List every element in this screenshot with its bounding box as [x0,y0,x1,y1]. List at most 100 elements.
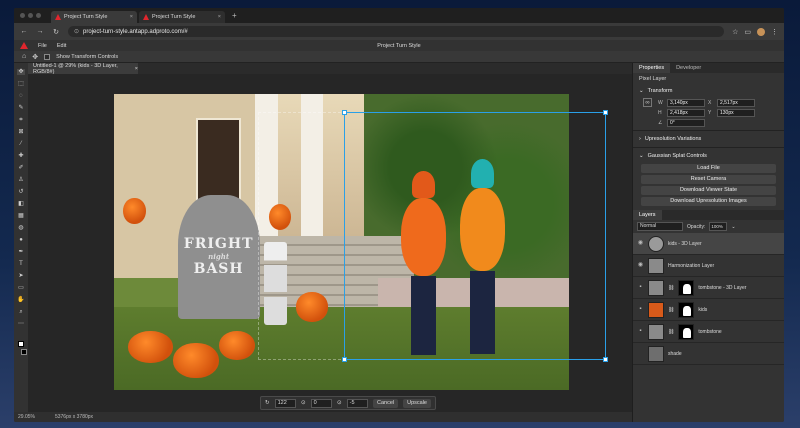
extensions-icon[interactable]: ▭ [744,28,751,36]
eye-icon[interactable]: ◉ [637,240,644,247]
type-tool-icon[interactable]: T [17,261,25,267]
rotate-field[interactable]: 122 [274,398,296,408]
tab-developer[interactable]: Developer [670,63,707,73]
gaussian-section[interactable]: ⌄ Gaussian Splat Controls [633,150,784,162]
cancel-button[interactable]: Cancel [373,398,399,408]
move-tool-icon[interactable]: ✥ [17,69,25,75]
pumpkin [173,342,219,379]
brush-tool-icon[interactable]: ✐ [17,165,25,171]
star-icon[interactable]: ☆ [732,28,738,36]
stamp-tool-icon[interactable]: ♙ [17,177,25,183]
menu-edit[interactable]: Edit [57,43,66,49]
layer-row[interactable]: ▪ ⛓ tombstone - 3D Layer [633,277,784,299]
arrow-right-icon[interactable]: → [36,28,44,35]
eye-icon[interactable] [637,350,644,357]
visibility-checkbox[interactable]: ▪ [637,306,644,313]
crop-tool-icon[interactable]: ⌗ [17,117,25,123]
move-icon[interactable]: ✥ [32,53,38,61]
maximize-window-icon[interactable] [36,13,41,18]
chevron-down-icon[interactable]: ⌄ [731,224,735,230]
pen-tool-icon[interactable]: ✒ [17,249,25,255]
contextual-task-bar: ↻ 122 ⊙ 0 ⊙ -5 Cancel Upscale [260,396,436,410]
upres-section[interactable]: › Upresolution Variations [633,133,784,145]
offset-field[interactable]: 0 [310,398,332,408]
tab-properties[interactable]: Properties [633,63,671,73]
close-document-icon[interactable]: × [135,66,138,72]
zoom-tool-icon[interactable]: ⌕ [17,309,25,315]
gradient-tool-icon[interactable]: ▦ [17,213,25,219]
healing-tool-icon[interactable]: ✚ [17,153,25,159]
transform-handle[interactable] [342,110,347,115]
home-icon[interactable]: ⌂ [22,53,26,60]
canvas-area[interactable]: FRIGHT night BASH ↻ 122 ⊙ 0 ⊙ -5 Cancel … [28,74,632,412]
visibility-checkbox[interactable]: ▪ [637,328,644,335]
history-brush-tool-icon[interactable]: ↺ [17,189,25,195]
height-field[interactable]: 2,418px [667,109,705,117]
transform-section[interactable]: ⌄ Transform [633,85,784,97]
load-file-button[interactable]: Load File [641,164,776,173]
x-field[interactable]: 2,517px [717,98,755,107]
background-color-swatch[interactable] [20,349,27,355]
tab-layers[interactable]: Layers [633,210,662,220]
dodge-tool-icon[interactable]: ● [17,237,25,243]
foreground-color-swatch[interactable] [18,341,24,347]
upscale-button[interactable]: Upscale [403,398,431,408]
visibility-checkbox[interactable]: ▪ [637,284,644,291]
tombstone-decoration[interactable]: FRIGHT night BASH [177,194,260,319]
eyedropper-tool-icon[interactable]: ⁄ [17,141,25,147]
y-field[interactable]: 130px [717,109,755,117]
lasso-tool-icon[interactable]: ◌ [17,93,25,99]
width-field[interactable]: 3,140px [667,98,705,107]
show-transform-checkbox[interactable] [44,53,51,60]
browser-tab-1[interactable]: Project Turn Style × [51,11,137,23]
download-viewer-state-button[interactable]: Download Viewer State [641,186,776,195]
marquee-tool-icon[interactable]: ⬚ [17,81,25,87]
close-tab-icon[interactable]: × [130,14,133,20]
layer-row[interactable]: ▪ ⛓ tombstone [633,321,784,343]
divider [633,130,784,131]
quick-select-tool-icon[interactable]: ✎ [17,105,25,111]
frame-tool-icon[interactable]: ⊠ [17,129,25,135]
new-tab-button[interactable]: + [227,11,242,20]
pumpkin [127,330,174,364]
layer-row[interactable]: ◉ kids - 3D Layer [633,233,784,255]
site-info-icon[interactable]: ⊙ [74,28,79,35]
eye-icon[interactable]: ◉ [637,262,644,269]
shape-tool-icon[interactable]: ▭ [17,285,25,291]
layer-row[interactable]: ◉ Harmonization Layer [633,255,784,277]
depth-field[interactable]: -5 [346,398,368,408]
blur-tool-icon[interactable]: ◍ [17,225,25,231]
angle-field[interactable]: 0° [667,119,705,127]
tools-panel: ✥ ⬚ ◌ ✎ ⌗ ⊠ ⁄ ✚ ✐ ♙ ↺ ◧ ▦ ◍ ● ✒ T ➤ ▭ ✋ … [14,63,28,422]
transform-handle[interactable] [603,357,608,362]
transform-handle[interactable] [342,357,347,362]
transform-bounding-box[interactable] [342,110,608,362]
hand-tool-icon[interactable]: ✋ [17,297,25,303]
menu-file[interactable]: File [38,43,47,49]
browser-menu-icon[interactable]: ⋮ [771,28,778,36]
layer-row[interactable]: shade [633,343,784,365]
more-tools-icon[interactable]: ⋯ [17,321,25,327]
close-tab-icon[interactable]: × [218,14,221,20]
path-select-tool-icon[interactable]: ➤ [17,273,25,279]
browser-tab-2[interactable]: Project Turn Style × [139,11,225,23]
download-upres-images-button[interactable]: Download Upresolution Images [641,197,776,206]
document-tab-label: Untitled-1 @ 29% (kids - 3D Layer, RGB/8… [33,62,118,75]
transform-heading: Transform [647,88,673,94]
blend-mode-select[interactable]: Normal [637,222,683,231]
close-window-icon[interactable] [20,13,25,18]
eraser-tool-icon[interactable]: ◧ [17,201,25,207]
layer-row[interactable]: ▪ ⛓ kids [633,299,784,321]
pixel-layer-heading: Pixel Layer [639,76,667,82]
arrow-left-icon[interactable]: ← [20,28,28,35]
reset-camera-button[interactable]: Reset Camera [641,175,776,184]
transform-handle[interactable] [603,110,608,115]
url-field[interactable]: ⊙ project-turn-style.antapp.adproto.com/… [68,26,725,37]
opacity-field[interactable]: 100% [709,222,728,231]
zoom-level[interactable]: 29.05% [18,414,35,420]
profile-avatar[interactable] [757,27,765,36]
reload-icon[interactable]: ↻ [52,28,60,36]
minimize-window-icon[interactable] [28,13,33,18]
link-icon[interactable]: ∞ [643,98,652,107]
document-tab[interactable]: Untitled-1 @ 29% (kids - 3D Layer, RGB/8… [28,62,138,75]
